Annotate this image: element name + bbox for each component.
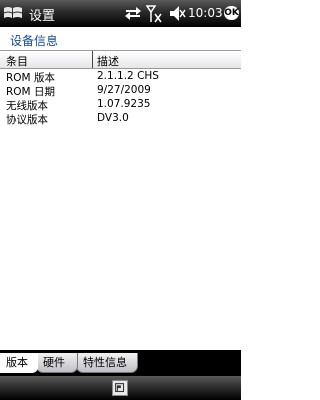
signal-icon[interactable] [146,4,163,23]
row-item: ROM 日期 [6,86,55,98]
table-header: 条目 描述 [0,50,241,69]
row-item: 无线版本 [6,100,48,112]
row-description: 2.1.1.2 CHS [97,70,159,82]
bottom-bar [0,376,241,400]
row-item: 协议版本 [6,114,48,126]
column-divider[interactable] [92,51,93,68]
row-item: ROM 版本 [6,72,55,84]
row-description: DV3.0 [97,112,129,124]
table-row[interactable]: 无线版本 1.07.9235 [0,98,241,112]
row-description: 1.07.9235 [97,98,151,110]
row-description: 9/27/2009 [97,84,151,96]
table-row[interactable]: ROM 版本 2.1.1.2 CHS [0,70,241,84]
tab-feature-info[interactable]: 特性信息 [76,353,138,373]
tab-strip: 版本 硬件 特性信息 [0,350,241,376]
clock[interactable]: 10:03 [188,6,223,20]
sync-icon[interactable] [124,5,142,22]
windows-flag-icon[interactable] [3,4,23,22]
ok-button[interactable]: OK [224,6,239,20]
column-header-description[interactable]: 描述 [97,53,119,69]
tab-hardware[interactable]: 硬件 [36,353,78,373]
section-title: 设备信息 [10,34,59,48]
keyboard-icon[interactable] [112,380,128,396]
table-row[interactable]: 协议版本 DV3.0 [0,112,241,126]
table-row[interactable]: ROM 日期 9/27/2009 [0,84,241,98]
volume-icon[interactable] [168,4,186,23]
title-bar: 设置 10:03 OK [0,0,241,27]
column-header-item[interactable]: 条目 [6,53,28,69]
tab-version[interactable]: 版本 [0,353,38,373]
app-title: 设置 [29,9,56,24]
